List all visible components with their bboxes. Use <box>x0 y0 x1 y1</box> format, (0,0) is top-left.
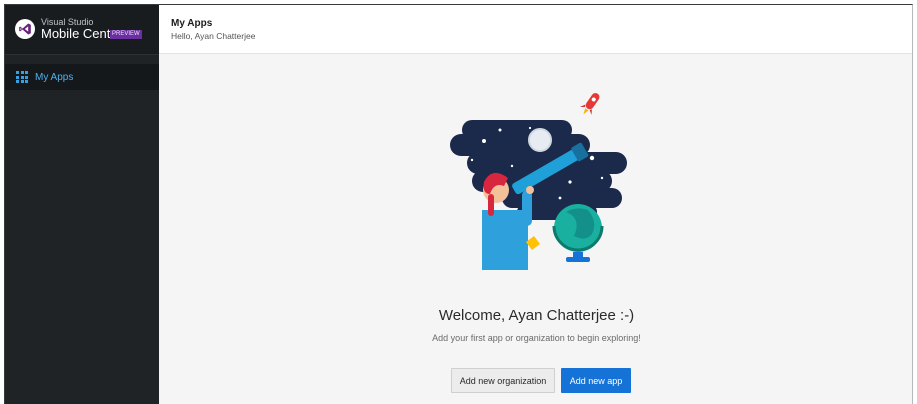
apps-grid-icon <box>16 71 28 83</box>
visual-studio-logo-icon <box>15 19 35 39</box>
add-new-organization-button[interactable]: Add new organization <box>451 368 555 393</box>
welcome-heading: Welcome, Ayan Chatterjee :-) <box>438 307 635 324</box>
page-header: My Apps Hello, Ayan Chatterjee <box>159 5 912 54</box>
welcome-tagline: Add your first app or organization to be… <box>432 333 641 343</box>
app-window: Visual Studio Mobile Center PREVIEW My A… <box>4 4 913 404</box>
sidebar-item-my-apps[interactable]: My Apps <box>5 64 159 90</box>
add-new-app-button[interactable]: Add new app <box>561 368 631 393</box>
greeting-subtitle: Hello, Ayan Chatterjee <box>171 31 256 41</box>
page-title: My Apps <box>171 18 213 29</box>
brand-header[interactable]: Visual Studio Mobile Center PREVIEW <box>5 5 159 55</box>
sidebar-item-label: My Apps <box>35 71 74 83</box>
main-content: Welcome, Ayan Chatterjee :-) Add your fi… <box>159 54 912 404</box>
sidebar: Visual Studio Mobile Center PREVIEW My A… <box>5 5 159 404</box>
telescope-stargazer-illustration <box>442 86 632 271</box>
preview-badge: PREVIEW <box>110 30 142 39</box>
